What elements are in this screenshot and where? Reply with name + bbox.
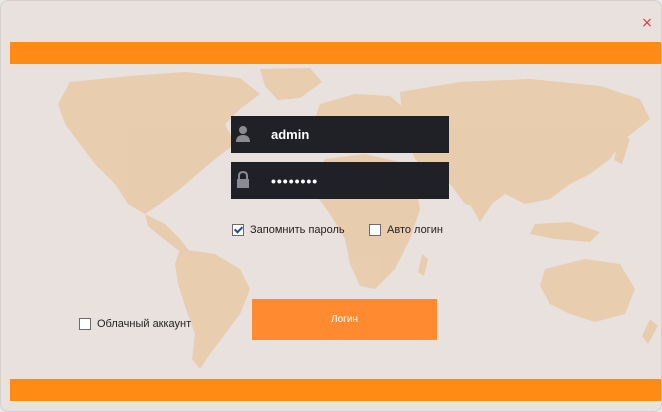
checkbox-unchecked[interactable] (369, 224, 381, 236)
remember-password-checkbox[interactable]: Запомнить пароль (232, 224, 345, 236)
user-icon (236, 126, 250, 142)
remember-password-label: Запомнить пароль (250, 224, 345, 236)
login-button[interactable]: Логин (252, 299, 437, 340)
cloud-account-label: Облачный аккаунт (97, 318, 192, 330)
top-accent-bar (10, 42, 661, 64)
bottom-accent-bar (10, 379, 661, 401)
lock-icon (237, 171, 249, 188)
username-field[interactable] (231, 116, 449, 153)
auto-login-label: Авто логин (387, 224, 443, 236)
password-field[interactable] (231, 162, 449, 199)
username-input[interactable] (271, 116, 441, 153)
close-icon[interactable]: × (639, 15, 655, 31)
password-input[interactable] (271, 162, 441, 199)
checkbox-checked[interactable] (232, 224, 244, 236)
login-window: × admin •••••••• Запомнить пароль Авто л… (0, 0, 662, 412)
auto-login-checkbox[interactable]: Авто логин (369, 224, 443, 236)
checkbox-unchecked[interactable] (79, 318, 91, 330)
cloud-account-checkbox[interactable]: Облачный аккаунт (79, 318, 191, 330)
